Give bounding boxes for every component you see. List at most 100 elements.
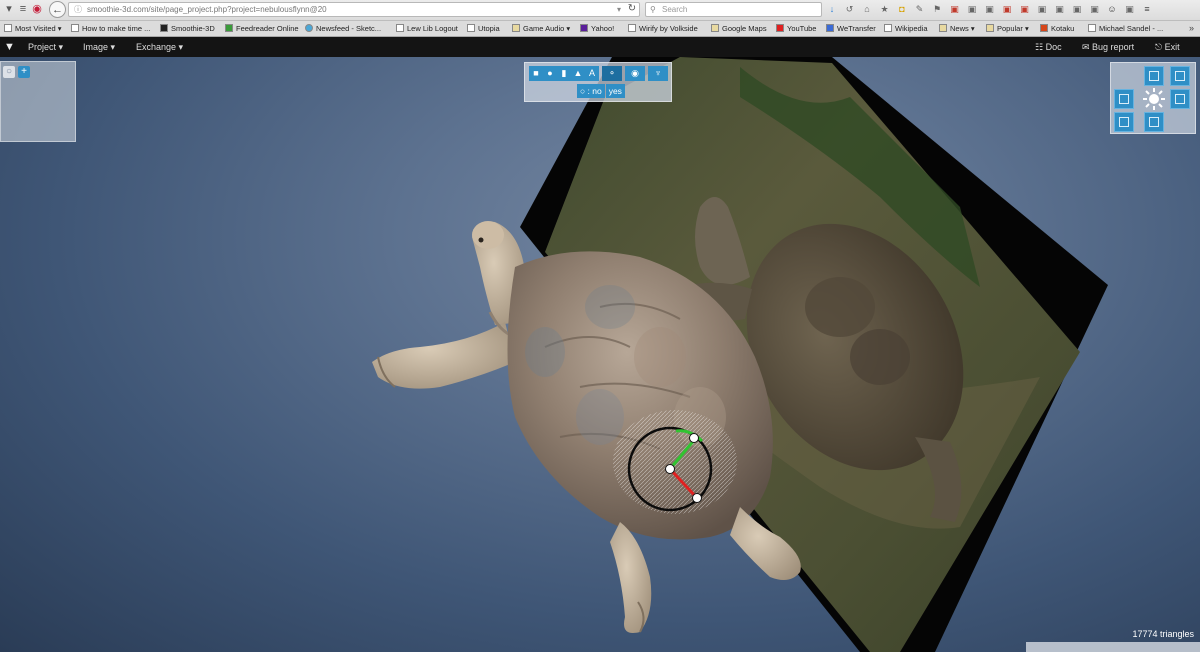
- url-text: smoothie-3d.com/site/page_project.php?pr…: [87, 5, 327, 14]
- view-cube-panel: [1110, 62, 1196, 134]
- firefox-menu-icon[interactable]: ▾: [3, 2, 15, 17]
- sketchfab-favicon-icon: [305, 24, 313, 32]
- view-front-icon[interactable]: [1114, 112, 1134, 132]
- reload-icon[interactable]: ↻: [626, 2, 638, 16]
- page-favicon-icon: [628, 24, 636, 32]
- transform-gizmo[interactable]: [613, 410, 737, 514]
- wikipedia-favicon-icon: [884, 24, 892, 32]
- extension-icon[interactable]: ▣: [1124, 3, 1136, 15]
- brush-tool-icon[interactable]: ⚬: [602, 66, 622, 81]
- knife-tool-icon[interactable]: ♆: [648, 66, 668, 81]
- scene-canvas[interactable]: [0, 57, 1200, 652]
- bookmarks-bar: Most Visited ▾ How to make time ... Smoo…: [0, 21, 1200, 37]
- site-info-icon[interactable]: ⓘ: [74, 3, 82, 16]
- sun-light-icon[interactable]: [1142, 87, 1165, 110]
- bookmarks-overflow-icon[interactable]: »: [1189, 21, 1194, 36]
- pocket-icon[interactable]: ◘: [896, 3, 908, 15]
- back-button[interactable]: ←: [49, 1, 66, 18]
- url-dropdown-icon[interactable]: ▾: [617, 3, 621, 16]
- pinterest-icon[interactable]: ◉: [31, 2, 43, 17]
- bookmark-item[interactable]: Game Audio ▾: [512, 21, 570, 36]
- youtube-favicon-icon: [776, 24, 784, 32]
- pen-icon[interactable]: ✎: [914, 3, 926, 15]
- search-placeholder: Search: [662, 5, 688, 14]
- collapse-icon[interactable]: ○: [3, 66, 15, 78]
- extension-icon[interactable]: ▣: [1089, 3, 1101, 15]
- extension-icon[interactable]: ▣: [966, 3, 978, 15]
- bookmark-item[interactable]: Wikipedia: [884, 21, 928, 36]
- bottom-panel: [1026, 642, 1200, 652]
- view-right-icon[interactable]: [1170, 89, 1190, 109]
- exit-link[interactable]: ⎋ Exit: [1155, 37, 1180, 57]
- bookmark-star-icon[interactable]: ★: [879, 3, 891, 15]
- yahoo-favicon-icon: [580, 24, 588, 32]
- 3d-viewport[interactable]: ○ + ■ ● ▮ ▲ A ⚬ ◉ ♆ ○ : no yes 17774 tria…: [0, 57, 1200, 652]
- flag-icon[interactable]: ⚑: [931, 3, 943, 15]
- paint-tool-icon[interactable]: ◉: [625, 66, 645, 81]
- menu-project[interactable]: Project ▾: [28, 37, 63, 57]
- home-icon[interactable]: ⌂: [861, 3, 873, 15]
- extension-icon[interactable]: ▣: [949, 3, 961, 15]
- bookmark-item[interactable]: Google Maps: [711, 21, 767, 36]
- hamburger-icon[interactable]: ≡: [17, 2, 29, 17]
- menu-image[interactable]: Image ▾: [83, 37, 115, 57]
- page-favicon-icon: [396, 24, 404, 32]
- kotaku-favicon-icon: [1040, 24, 1048, 32]
- view-back-icon[interactable]: [1170, 66, 1190, 86]
- view-top-icon[interactable]: [1144, 66, 1164, 86]
- history-icon[interactable]: ↺: [844, 3, 856, 15]
- bookmark-item[interactable]: Michael Sandel - ...: [1088, 21, 1163, 36]
- app-menu-bar: ▼ Project ▾ Image ▾ Exchange ▾ ☷ Doc ✉ B…: [0, 37, 1200, 57]
- search-input[interactable]: ⚲ Search: [645, 2, 822, 17]
- doc-link[interactable]: ☷ Doc: [1035, 37, 1062, 57]
- menu-icon[interactable]: ≡: [1141, 3, 1153, 15]
- symmetry-toggle[interactable]: ○ : no yes: [577, 84, 625, 98]
- view-bottom-icon[interactable]: [1144, 112, 1164, 132]
- cone-tool-icon[interactable]: ▲: [571, 66, 585, 81]
- bookmark-item[interactable]: Newsfeed - Sketc...: [305, 21, 381, 36]
- toggle-yes[interactable]: yes: [605, 84, 625, 98]
- sphere-tool-icon[interactable]: ●: [543, 66, 557, 81]
- extension-icon[interactable]: ▣: [1071, 3, 1083, 15]
- extension-icon[interactable]: ▣: [1019, 3, 1031, 15]
- extension-icon[interactable]: ▣: [1054, 3, 1066, 15]
- bookmark-item[interactable]: News ▾: [939, 21, 975, 36]
- bug-report-link[interactable]: ✉ Bug report: [1082, 37, 1134, 57]
- object-panel: ○ +: [0, 61, 76, 142]
- menu-exchange[interactable]: Exchange ▾: [136, 37, 183, 57]
- download-icon[interactable]: ↓: [826, 3, 838, 15]
- extension-icon[interactable]: ▣: [1036, 3, 1048, 15]
- bookmark-item[interactable]: Utopia: [467, 21, 500, 36]
- bookmark-item[interactable]: How to make time ...: [71, 21, 150, 36]
- add-button[interactable]: +: [18, 66, 30, 78]
- toolbar-icons: ↓ ↺ ⌂ ★ ◘ ✎ ⚑ ▣ ▣ ▣ ▣ ▣ ▣ ▣ ▣ ▣ ☺ ▣ ≡: [826, 3, 1200, 17]
- text-tool-icon[interactable]: A: [585, 66, 599, 81]
- page-favicon-icon: [467, 24, 475, 32]
- wikipedia-favicon-icon: [1088, 24, 1096, 32]
- bookmark-item[interactable]: Yahoo!: [580, 21, 614, 36]
- bookmark-item[interactable]: WeTransfer: [826, 21, 876, 36]
- bookmark-item[interactable]: Popular ▾: [986, 21, 1029, 36]
- smoothie-favicon-icon: [160, 24, 168, 32]
- bookmark-item[interactable]: Wirify by Volkside: [628, 21, 698, 36]
- extension-icon[interactable]: ▣: [1001, 3, 1013, 15]
- tool-panel: ■ ● ▮ ▲ A ⚬ ◉ ♆ ○ : no yes: [524, 62, 672, 102]
- bookmark-item[interactable]: Most Visited ▾: [4, 21, 62, 36]
- bookmark-item[interactable]: YouTube: [776, 21, 816, 36]
- smoothie-logo-icon[interactable]: ▼: [4, 37, 15, 57]
- folder-icon: [711, 24, 719, 32]
- bookmark-item[interactable]: Smoothie-3D: [160, 21, 215, 36]
- url-bar[interactable]: ⓘ smoothie-3d.com/site/page_project.php?…: [68, 2, 640, 17]
- smiley-icon[interactable]: ☺: [1106, 3, 1118, 15]
- browser-toolbar: ▾ ≡ ◉ ← ⓘ smoothie-3d.com/site/page_proj…: [0, 0, 1200, 21]
- bookmark-item[interactable]: Feedreader Online: [225, 21, 299, 36]
- bookmark-item[interactable]: Kotaku: [1040, 21, 1074, 36]
- cylinder-tool-icon[interactable]: ▮: [557, 66, 571, 81]
- cube-tool-icon[interactable]: ■: [529, 66, 543, 81]
- view-left-icon[interactable]: [1114, 89, 1134, 109]
- extension-icon[interactable]: ▣: [984, 3, 996, 15]
- wetransfer-favicon-icon: [826, 24, 834, 32]
- feed-favicon-icon: [225, 24, 233, 32]
- folder-icon: [986, 24, 994, 32]
- bookmark-item[interactable]: Lew Lib Logout: [396, 21, 458, 36]
